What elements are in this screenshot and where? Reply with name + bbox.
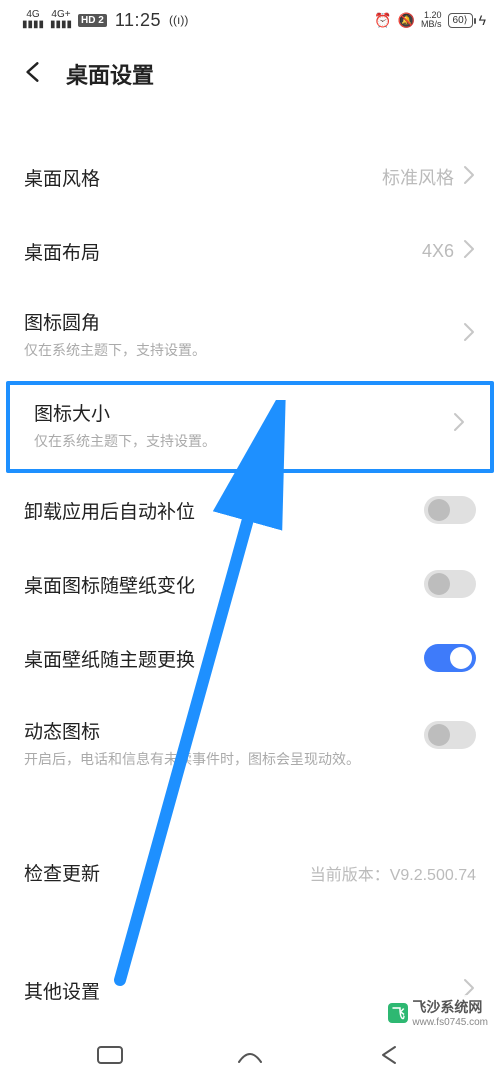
signal-1: 4G▮▮▮▮	[22, 10, 44, 30]
label-icon-size: 图标大小	[34, 399, 452, 426]
alarm-icon: ⏰	[374, 12, 391, 29]
chevron-right-icon	[462, 322, 476, 347]
value-desktop-layout: 4X6	[422, 241, 454, 262]
back-button[interactable]	[20, 59, 46, 90]
nav-home-button[interactable]	[235, 1044, 265, 1071]
label-dynamic-icon: 动态图标	[24, 717, 424, 744]
navigation-bar	[0, 1030, 500, 1084]
nav-back-button[interactable]	[375, 1044, 405, 1071]
row-autofill: 卸载应用后自动补位	[0, 473, 500, 547]
row-dynamic-icon: 动态图标 开启后，电话和信息有未读事件时，图标会呈现动效。	[0, 695, 500, 792]
watermark-url: www.fs0745.com	[412, 1017, 488, 1028]
watermark-name: 飞沙系统网	[412, 997, 488, 1017]
watermark: 飞 飞沙系统网 www.fs0745.com	[384, 995, 492, 1030]
value-version: 当前版本：V9.2.500.74	[310, 861, 476, 885]
row-theme-wallpaper: 桌面壁纸随主题更换	[0, 621, 500, 695]
net-speed: 1.20MB/s	[421, 11, 442, 29]
toggle-dynamic-icon[interactable]	[424, 721, 476, 749]
nav-recent-button[interactable]	[95, 1044, 125, 1071]
status-time: 11:25	[115, 10, 161, 31]
toggle-autofill[interactable]	[424, 496, 476, 524]
watermark-logo: 飞	[388, 1003, 408, 1023]
page-title: 桌面设置	[66, 58, 154, 90]
sub-dynamic-icon: 开启后，电话和信息有未读事件时，图标会呈现动效。	[24, 750, 424, 770]
status-bar: 4G▮▮▮▮ 4G+▮▮▮▮ HD 2 11:25 ((ı)) ⏰ 🔕 1.20…	[0, 0, 500, 40]
label-autofill: 卸载应用后自动补位	[24, 497, 424, 524]
row-check-update[interactable]: 检查更新 当前版本：V9.2.500.74	[0, 836, 500, 910]
chevron-right-icon	[462, 165, 476, 190]
section-gap	[0, 910, 500, 954]
page-header: 桌面设置	[0, 40, 500, 110]
label-icon-corner: 图标圆角	[24, 308, 462, 335]
chevron-right-icon	[462, 239, 476, 264]
signal-2: 4G+▮▮▮▮	[50, 10, 72, 30]
row-icon-corner[interactable]: 图标圆角 仅在系统主题下，支持设置。	[0, 288, 500, 381]
mute-icon: 🔕	[398, 12, 415, 29]
toggle-theme-wallpaper[interactable]	[424, 644, 476, 672]
label-desktop-layout: 桌面布局	[24, 238, 422, 265]
label-theme-wallpaper: 桌面壁纸随主题更换	[24, 645, 424, 672]
row-desktop-style[interactable]: 桌面风格 标准风格	[0, 140, 500, 214]
label-check-update: 检查更新	[24, 859, 310, 886]
section-gap	[0, 792, 500, 836]
toggle-wallpaper-icon[interactable]	[424, 570, 476, 598]
sub-icon-corner: 仅在系统主题下，支持设置。	[24, 341, 462, 361]
status-right: ⏰ 🔕 1.20MB/s 60⟩ ϟ	[374, 11, 486, 29]
value-desktop-style: 标准风格	[382, 164, 454, 190]
settings-list: 桌面风格 标准风格 桌面布局 4X6 图标圆角 仅在系统主题下，支持设置。 图标…	[0, 140, 500, 1028]
label-wallpaper-icon: 桌面图标随壁纸变化	[24, 571, 424, 598]
hd-badge: HD 2	[78, 14, 107, 27]
status-left: 4G▮▮▮▮ 4G+▮▮▮▮ HD 2 11:25 ((ı))	[22, 10, 188, 31]
hotspot-icon: ((ı))	[169, 13, 188, 27]
sub-icon-size: 仅在系统主题下，支持设置。	[34, 432, 452, 452]
row-desktop-layout[interactable]: 桌面布局 4X6	[0, 214, 500, 288]
row-wallpaper-icon: 桌面图标随壁纸变化	[0, 547, 500, 621]
row-icon-size[interactable]: 图标大小 仅在系统主题下，支持设置。	[6, 381, 494, 474]
chevron-right-icon	[452, 412, 466, 437]
charging-icon: ϟ	[479, 12, 486, 28]
battery-indicator: 60⟩	[448, 13, 473, 28]
label-desktop-style: 桌面风格	[24, 164, 382, 191]
